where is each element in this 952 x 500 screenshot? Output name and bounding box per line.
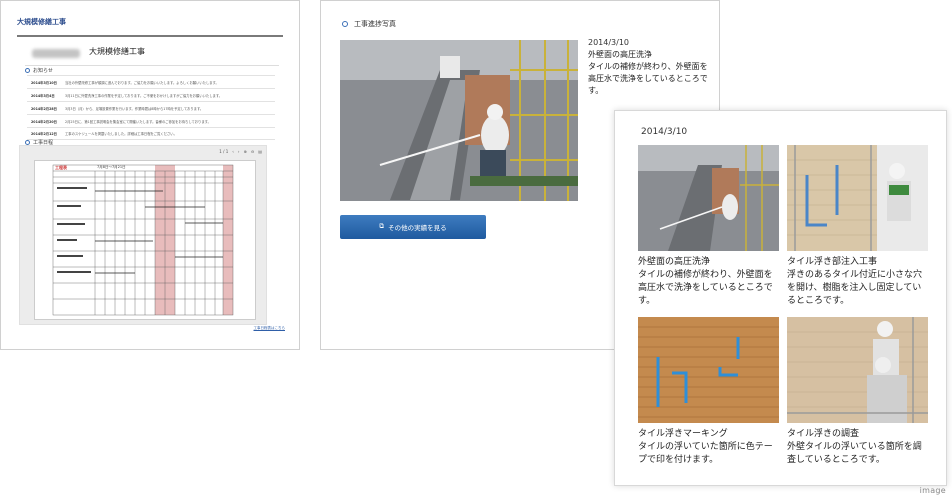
schedule-grid xyxy=(52,164,234,316)
schedule-sheet: 工程表 7月8日〜7月21日 xyxy=(34,160,256,320)
tape-marking-thumb xyxy=(638,317,779,423)
news-heading: お知らせ xyxy=(25,67,53,74)
blurred-logo xyxy=(32,49,80,58)
schedule-viewer: 1 / 1 ‹ › ⊕ ⊖ ▤ 工程表 7月8日〜7月21日 xyxy=(19,145,267,325)
caption-title: 外壁面の高圧洗浄 xyxy=(588,50,652,59)
photo-caption: 外壁面の高圧洗浄 タイルの補修が終わり、外壁面を高圧水で洗浄をしているところです… xyxy=(588,49,712,97)
resin-injection-thumb xyxy=(787,145,928,251)
news-item[interactable]: 2014年2月28日 3月3日（月）から、足場設置作業を行います。作業時間は8時か… xyxy=(27,101,275,114)
pressure-wash-thumb xyxy=(638,145,779,251)
item-title: タイル浮き部注入工事 xyxy=(787,257,878,267)
schedule-link[interactable]: 工事日程表はこちら xyxy=(254,326,286,331)
site-screenshot-panel: 大規模修繕工事 大規模修繕工事 お知らせ 2014年3月10日 当社の外壁改修工事… xyxy=(0,0,300,350)
caption-text: タイルの補修が終わり、外壁面を高圧水で洗浄をしているところです。 xyxy=(588,62,708,95)
news-text: 当社の外壁改修工事が順調に進んでおります。ご協力をお願いいたします。よろしくお願… xyxy=(65,80,219,85)
news-date: 2014年2月20日 xyxy=(31,119,57,124)
news-date: 2014年3月10日 xyxy=(31,80,57,85)
item-title: タイル浮きマーキング xyxy=(638,429,728,439)
sheet-period: 7月8日〜7月21日 xyxy=(97,165,126,169)
prev-page-icon[interactable]: ‹ xyxy=(232,149,234,154)
item-title: 外壁面の高圧洗浄 xyxy=(638,257,711,267)
news-item[interactable]: 2014年2月20日 2月25日に、第1回工事説明会を集会室にて開催いたします。皆… xyxy=(27,114,275,127)
gallery-item[interactable]: タイル浮きマーキング タイルの浮いていた箇所に色テープで印を付けます。 xyxy=(638,317,779,467)
news-heading-label: お知らせ xyxy=(33,68,53,74)
item-caption: タイルの浮いていた箇所に色テープで印を付けます。 xyxy=(638,442,773,465)
ring-icon xyxy=(25,68,30,73)
gallery-item[interactable]: 外壁面の高圧洗浄 タイルの補修が終わり、外壁面を高圧水で洗浄をしているところです… xyxy=(638,145,779,308)
external-link-icon: ⧉ xyxy=(379,223,385,230)
gallery-item[interactable]: タイル浮きの調査 外壁タイルの浮いている箇所を調査しているところです。 xyxy=(787,317,928,467)
print-icon[interactable]: ▤ xyxy=(258,149,262,154)
viewer-toolbar: 1 / 1 ‹ › ⊕ ⊖ ▤ xyxy=(219,149,262,154)
news-text: 2月25日に、第1回工事説明会を集会室にて開催いたします。皆様のご参加をお待ちし… xyxy=(65,119,211,124)
watermark-label: image xyxy=(919,486,946,495)
news-date: 2014年2月28日 xyxy=(31,106,57,111)
sheet-title: 工程表 xyxy=(55,165,67,170)
news-item[interactable]: 2014年3月10日 当社の外壁改修工事が順調に進んでおります。ご協力をお願いいた… xyxy=(27,75,275,88)
item-caption: タイルの補修が終わり、外壁面を高圧水で洗浄をしているところです。 xyxy=(638,270,773,306)
news-text: 3月11日に外壁洗浄工事の作業を予定しております。ご不便をおかけしますがご協力を… xyxy=(65,93,223,98)
more-results-label: その他の実績を見る xyxy=(388,225,447,232)
item-caption: 浮きのあるタイル付近に小さな穴を開け、樹脂を注入し固定しているところです。 xyxy=(787,270,923,306)
item-title: タイル浮きの調査 xyxy=(787,429,860,439)
site-header-title: 大規模修繕工事 xyxy=(17,18,66,26)
news-text: 3月3日（月）から、足場設置作業を行います。作業時間は8時から17時を予定してお… xyxy=(65,106,204,111)
tile-inspection-thumb xyxy=(787,317,928,423)
page-title: 大規模修繕工事 xyxy=(89,47,145,56)
next-page-icon[interactable]: › xyxy=(238,149,240,154)
news-item[interactable]: 2014年3月4日 3月11日に外壁洗浄工事の作業を予定しております。ご不便をおか… xyxy=(27,88,275,101)
zoom-out-icon[interactable]: ⊖ xyxy=(251,149,254,154)
more-results-button[interactable]: ⧉ その他の実績を見る xyxy=(340,215,486,239)
progress-heading: 工事進捗写真 xyxy=(342,19,396,29)
item-caption: 外壁タイルの浮いている箇所を調査しているところです。 xyxy=(787,442,922,465)
photo-date: 2014/3/10 xyxy=(588,38,630,47)
photo-gallery-panel: 2014/3/10 外壁面の高圧洗浄 タイルの補修が終わり、外壁面を高圧水で洗浄… xyxy=(614,110,947,486)
news-item[interactable]: 2014年2月12日 工事のスケジュールを掲載いたしました。詳細は工事日程をご覧く… xyxy=(27,127,275,140)
gallery-date: 2014/3/10 xyxy=(641,127,688,137)
header-divider xyxy=(17,35,283,37)
news-text: 工事のスケジュールを掲載いたしました。詳細は工事日程をご覧ください。 xyxy=(65,132,177,136)
pressure-wash-photo[interactable] xyxy=(340,40,578,201)
news-list: 2014年3月10日 当社の外壁改修工事が順調に進んでおります。ご協力をお願いいた… xyxy=(27,75,275,140)
pager-text: 1 / 1 xyxy=(219,149,229,154)
ring-icon xyxy=(342,21,348,27)
news-date: 2014年2月12日 xyxy=(31,132,57,136)
news-date: 2014年3月4日 xyxy=(31,93,55,98)
gallery-item[interactable]: タイル浮き部注入工事 浮きのあるタイル付近に小さな穴を開け、樹脂を注入し固定して… xyxy=(787,145,928,308)
zoom-in-icon[interactable]: ⊕ xyxy=(244,149,247,154)
title-divider xyxy=(25,65,279,66)
progress-heading-label: 工事進捗写真 xyxy=(354,20,396,28)
